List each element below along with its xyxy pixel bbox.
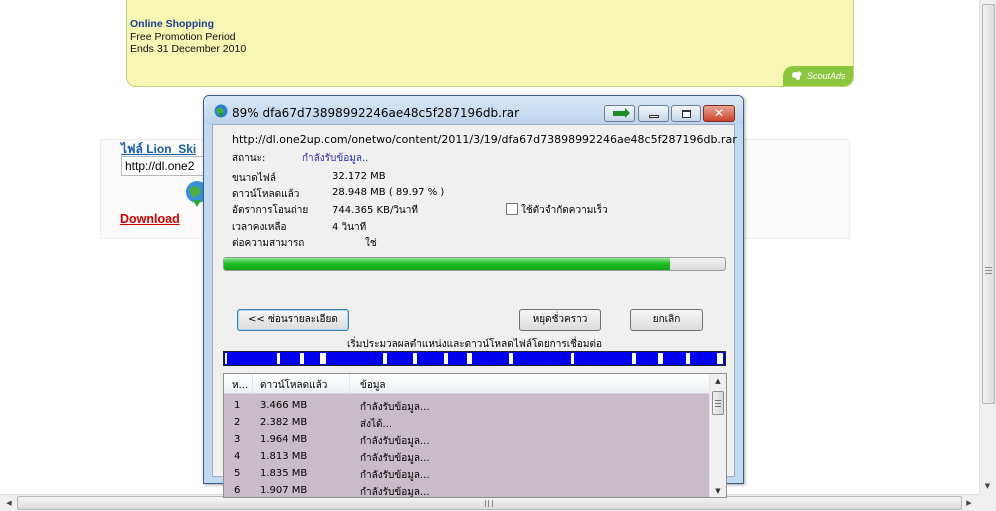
column-header-downloaded[interactable]: ดาวน์โหลดแล้ว xyxy=(260,378,327,393)
file-url-field[interactable]: http://dl.one2 xyxy=(121,156,211,176)
download-progress-bar xyxy=(223,257,726,271)
transfer-rate-label: อัตราการโอนถ่าย xyxy=(232,205,309,216)
scroll-left-arrow-icon[interactable]: ◀ xyxy=(2,497,16,510)
status-value: กำลังรับข้อมูล.. xyxy=(302,153,369,164)
leaf-icon xyxy=(792,71,802,80)
progress-bar-fill xyxy=(224,258,671,270)
connection-info: กำลังรับข้อมูล... xyxy=(360,436,430,447)
hide-details-button[interactable]: << ซ่อนรายละเอียด xyxy=(237,309,349,331)
list-scroll-down-icon[interactable]: ▼ xyxy=(713,487,723,495)
resume-capability-label: ต่อความสามารถ xyxy=(232,238,305,249)
scrollbar-corner xyxy=(979,494,996,511)
connection-number: 3 xyxy=(234,434,241,445)
connection-row[interactable]: 1 3.466 MB กำลังรับข้อมูล... xyxy=(224,398,709,415)
resume-capability-value: ใช่ xyxy=(365,238,377,249)
connections-list-header: ห... ดาวน์โหลดแล้ว ข้อมูล xyxy=(224,374,709,394)
scroll-right-arrow-icon[interactable]: ▶ xyxy=(962,497,976,510)
ad-brand-name: ScoutAds xyxy=(807,71,846,81)
download-progress-dialog: 89% dfa67d73898992246ae48c5f287196db.rar… xyxy=(203,95,744,498)
file-size-label: ขนาดไฟล์ xyxy=(232,173,277,184)
green-arrow-icon xyxy=(613,108,630,118)
connection-info: กำลังรับข้อมูล... xyxy=(360,470,430,481)
download-segments-bar xyxy=(223,351,726,366)
downloaded-value: 28.948 MB ( 89.97 % ) xyxy=(332,187,445,198)
list-scroll-up-icon[interactable]: ▲ xyxy=(713,377,723,385)
ad-brand-logo[interactable]: ScoutAds xyxy=(783,66,853,86)
connection-info: กำลังรับข้อมูล... xyxy=(360,487,430,498)
checkbox-icon[interactable] xyxy=(506,203,518,215)
connection-info: ส่งได้... xyxy=(360,419,393,430)
page-vertical-scroll-thumb[interactable] xyxy=(982,4,995,404)
file-size-value: 32.172 MB xyxy=(332,171,386,182)
connection-info: กำลังรับข้อมูล... xyxy=(360,453,430,464)
speed-limiter-label: ใช้ตัวจำกัดความเร็ว xyxy=(521,205,608,216)
page-horizontal-scroll-thumb[interactable] xyxy=(17,496,962,510)
ad-line-promotion: Free Promotion Period xyxy=(130,31,236,43)
list-scroll-thumb[interactable] xyxy=(712,391,724,415)
status-label: สถานะ: xyxy=(232,153,266,164)
connection-downloaded: 1.964 MB xyxy=(260,434,308,445)
connection-number: 1 xyxy=(234,400,241,411)
connection-downloaded: 1.813 MB xyxy=(260,451,308,462)
connection-row[interactable]: 2 2.382 MB ส่งได้... xyxy=(224,415,709,432)
dialog-title: 89% dfa67d73898992246ae48c5f287196db.rar xyxy=(232,106,520,120)
connection-info: กำลังรับข้อมูล... xyxy=(360,402,430,413)
dialog-titlebar[interactable]: 89% dfa67d73898992246ae48c5f287196db.rar… xyxy=(204,96,743,124)
connection-downloaded: 1.907 MB xyxy=(260,485,308,496)
download-link[interactable]: Download xyxy=(120,212,180,226)
close-icon: ✕ xyxy=(713,106,725,120)
connection-row[interactable]: 4 1.813 MB กำลังรับข้อมูล... xyxy=(224,449,709,466)
time-left-value: 4 วินาที xyxy=(332,222,367,233)
segments-status-text: เริ่มประมวลผลตำแหน่งและดาวน์โหลดไฟล์โดยก… xyxy=(346,339,603,350)
connection-number: 5 xyxy=(234,468,241,479)
download-manager-icon xyxy=(214,104,228,118)
maximize-icon xyxy=(682,110,691,118)
connection-number: 2 xyxy=(234,417,241,428)
ad-title[interactable]: Online Shopping xyxy=(130,18,214,30)
cancel-button[interactable]: ยกเลิก xyxy=(630,309,703,331)
connections-list[interactable]: ห... ดาวน์โหลดแล้ว ข้อมูล 1 3.466 MB กำลัง… xyxy=(223,373,727,498)
connection-downloaded: 1.835 MB xyxy=(260,468,308,479)
speed-limiter-checkbox[interactable]: ใช้ตัวจำกัดความเร็ว xyxy=(506,203,608,218)
downloaded-label: ดาวน์โหลดแล้ว xyxy=(232,189,300,200)
maximize-button[interactable] xyxy=(671,105,701,122)
close-button[interactable]: ✕ xyxy=(703,105,735,122)
transfer-rate-value: 744.365 KB/วินาที xyxy=(332,205,418,216)
ad-line-ends: Ends 31 December 2010 xyxy=(130,43,247,55)
scroll-down-arrow-icon[interactable]: ▼ xyxy=(981,480,994,492)
pause-button[interactable]: หยุดชั่วคราว xyxy=(519,309,601,331)
ad-banner[interactable]: Online Shopping Free Promotion Period En… xyxy=(126,0,854,87)
minimize-button[interactable] xyxy=(638,105,669,122)
page-vertical-scrollbar[interactable]: ▼ xyxy=(979,0,996,494)
connection-row[interactable]: 3 1.964 MB กำลังรับข้อมูล... xyxy=(224,432,709,449)
connection-number: 4 xyxy=(234,451,241,462)
resume-window-button[interactable] xyxy=(604,105,635,122)
list-vertical-scrollbar[interactable]: ▲ ▼ xyxy=(709,374,726,497)
minimize-icon xyxy=(649,115,659,118)
time-left-label: เวลาคงเหลือ xyxy=(232,222,287,233)
connection-downloaded: 2.382 MB xyxy=(260,417,308,428)
column-header-info[interactable]: ข้อมูล xyxy=(360,378,386,393)
column-header-number[interactable]: ห... xyxy=(232,378,248,393)
connection-downloaded: 3.466 MB xyxy=(260,400,308,411)
connection-number: 6 xyxy=(234,485,241,496)
connection-row[interactable]: 5 1.835 MB กำลังรับข้อมูล... xyxy=(224,466,709,483)
dialog-body: http://dl.one2up.com/onetwo/content/2011… xyxy=(212,124,737,498)
download-url: http://dl.one2up.com/onetwo/content/2011… xyxy=(232,133,737,146)
connection-row[interactable]: 6 1.907 MB กำลังรับข้อมูล... xyxy=(224,483,709,498)
